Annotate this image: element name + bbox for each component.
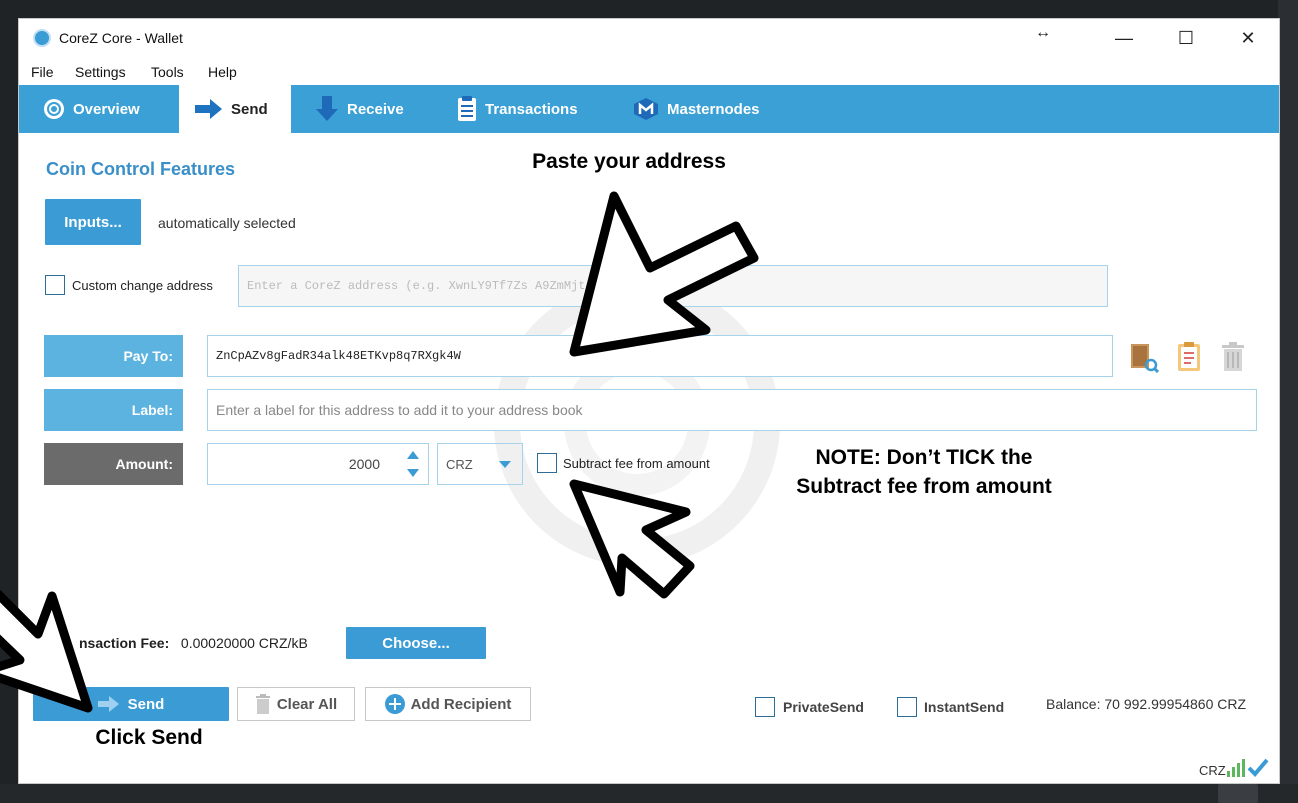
menu-bar: File Settings Tools Help xyxy=(19,61,1279,83)
custom-change-checkbox[interactable] xyxy=(45,275,65,295)
masternodes-icon xyxy=(633,97,659,121)
private-send-label: PrivateSend xyxy=(783,699,864,715)
annotation-note-line2: Subtract fee from amount xyxy=(796,475,1052,498)
tab-receive[interactable]: Receive xyxy=(307,85,437,133)
send-button-label: Send xyxy=(127,695,165,713)
tab-overview-label: Overview xyxy=(73,100,140,118)
network-signal-icon xyxy=(1227,759,1245,777)
choose-fee-button[interactable]: Choose... xyxy=(346,627,486,659)
send-arrow-icon xyxy=(195,98,223,120)
pay-to-input[interactable]: ZnCpAZv8gFadR34alk48ETKvp8q7RXgk4W xyxy=(207,335,1113,377)
tab-receive-label: Receive xyxy=(347,100,404,118)
tab-masternodes-label: Masternodes xyxy=(667,100,760,118)
custom-change-label: Custom change address xyxy=(72,278,213,293)
change-address-input[interactable]: Enter a CoreZ address (e.g. XwnLY9Tf7Zs … xyxy=(238,265,1108,307)
send-arrow-icon xyxy=(97,696,119,712)
desktop-eye-icon xyxy=(1218,784,1258,803)
tab-transactions-label: Transactions xyxy=(485,100,578,118)
tab-transactions[interactable]: Transactions xyxy=(449,85,609,133)
overview-icon xyxy=(43,98,65,120)
inputs-button[interactable]: Inputs... xyxy=(45,199,141,245)
close-button[interactable]: ✕ xyxy=(1225,23,1271,53)
menu-settings[interactable]: Settings xyxy=(75,64,126,80)
title-bar: CoreZ Core - Wallet ↔ — ☐ ✕ xyxy=(19,19,1279,57)
add-recipient-label: Add Recipient xyxy=(410,695,512,713)
private-send-checkbox[interactable] xyxy=(755,697,775,717)
synced-check-icon xyxy=(1247,758,1269,777)
pay-to-label: Pay To: xyxy=(44,335,183,377)
transaction-fee-label: nsaction Fee: xyxy=(79,635,170,651)
menu-tools[interactable]: Tools xyxy=(151,64,184,80)
tab-bar: Overview Send Receive Transactions Maste… xyxy=(19,85,1279,133)
paste-clipboard-icon[interactable] xyxy=(1175,341,1203,378)
trash-icon xyxy=(255,694,270,714)
send-button[interactable]: Send xyxy=(33,687,229,721)
window-title: CoreZ Core - Wallet xyxy=(59,30,183,46)
amount-spinner-icon[interactable] xyxy=(403,447,423,481)
annotation-note-line1: NOTE: Don’t TICK the xyxy=(815,446,1033,469)
transaction-fee-value: 0.00020000 CRZ/kB xyxy=(180,635,308,651)
label-field-label: Label: xyxy=(44,389,183,431)
delete-recipient-icon[interactable] xyxy=(1219,341,1247,378)
wallet-window: CoreZ Core - Wallet ↔ — ☐ ✕ File Setting… xyxy=(18,18,1280,784)
tab-overview[interactable]: Overview xyxy=(35,85,175,133)
label-input[interactable]: Enter a label for this address to add it… xyxy=(207,389,1257,431)
transactions-icon xyxy=(457,96,477,122)
resize-arrows-icon: ↔ xyxy=(1035,24,1051,41)
desktop-background-right xyxy=(1278,0,1298,803)
amount-label: Amount: xyxy=(44,443,183,485)
annotation-click-send: Click Send xyxy=(95,726,203,749)
clear-all-button[interactable]: Clear All xyxy=(237,687,355,721)
annotation-paste-address: Paste your address xyxy=(532,150,726,173)
minimize-button[interactable]: — xyxy=(1101,23,1147,53)
tab-masternodes[interactable]: Masternodes xyxy=(625,85,785,133)
instant-send-label: InstantSend xyxy=(924,699,1005,715)
transaction-fee: nsaction Fee: 0.00020000 CRZ/kB xyxy=(79,635,308,651)
add-recipient-button[interactable]: Add Recipient xyxy=(365,687,531,721)
clear-all-label: Clear All xyxy=(276,695,338,713)
menu-help[interactable]: Help xyxy=(208,64,237,80)
currency-value: CRZ xyxy=(446,456,473,472)
subtract-fee-label: Subtract fee from amount xyxy=(563,456,710,471)
coin-control-title: Coin Control Features xyxy=(46,159,236,179)
maximize-button[interactable]: ☐ xyxy=(1163,23,1209,53)
amount-input[interactable]: 2000 xyxy=(207,443,429,485)
tab-send-label: Send xyxy=(231,100,268,118)
menu-file[interactable]: File xyxy=(31,64,54,80)
balance-text: Balance: 70 992.99954860 CRZ xyxy=(1046,696,1247,712)
inputs-status: automatically selected xyxy=(158,215,296,231)
chevron-down-icon xyxy=(499,461,511,468)
subtract-fee-checkbox[interactable] xyxy=(537,453,557,473)
currency-select[interactable]: CRZ xyxy=(437,443,523,485)
status-icons xyxy=(1225,757,1279,783)
status-currency: CRZ xyxy=(1199,763,1226,778)
instant-send-checkbox[interactable] xyxy=(897,697,917,717)
annotation-note: NOTE: Don’t TICK the Subtract fee from a… xyxy=(749,443,1099,501)
address-book-icon[interactable] xyxy=(1127,341,1160,378)
app-logo-icon xyxy=(33,29,51,47)
desktop-background-bottom xyxy=(0,784,1298,803)
tab-send[interactable]: Send xyxy=(179,85,291,133)
plus-circle-icon xyxy=(384,694,405,714)
receive-arrow-icon xyxy=(315,96,339,122)
